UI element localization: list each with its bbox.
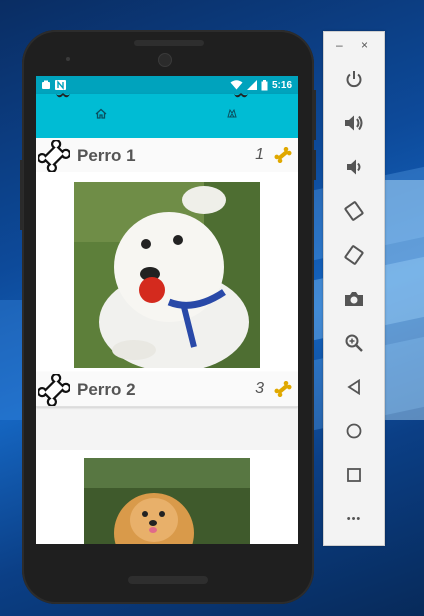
rotate-left-icon (344, 201, 364, 221)
rotate-right-button[interactable] (339, 240, 369, 270)
front-camera (158, 53, 172, 67)
status-time: 5:16 (271, 79, 292, 91)
dog-photo (74, 182, 260, 368)
overview-icon (347, 468, 361, 482)
proximity-sensor (66, 57, 70, 61)
gold-bone-icon (274, 147, 292, 163)
notification-app-icon (42, 80, 50, 89)
zoom-icon (345, 334, 363, 352)
dog-profile-icon (227, 108, 237, 118)
dog-list[interactable]: Perro 1 1 Perro 2 3 (36, 138, 298, 544)
wifi-icon (230, 80, 243, 90)
dog-card[interactable] (36, 450, 298, 544)
volume-down-icon (347, 159, 361, 175)
volume-down-key[interactable] (312, 150, 316, 180)
mustache-decoration-icon (56, 93, 70, 98)
power-button[interactable] (339, 64, 369, 94)
more-button[interactable]: ••• (339, 504, 369, 534)
notification-n-icon (55, 80, 66, 90)
bottom-speaker (128, 576, 208, 584)
dog-photo (84, 458, 250, 544)
home-button[interactable] (339, 416, 369, 446)
screenshot-button[interactable] (339, 284, 369, 314)
zoom-button[interactable] (339, 328, 369, 358)
app-bar (36, 93, 298, 138)
rotate-right-icon (344, 245, 364, 265)
home-icon (95, 108, 107, 119)
volume-up-icon (345, 115, 363, 131)
power-icon (346, 71, 362, 88)
gold-bone-icon (274, 381, 292, 397)
dog-row[interactable]: Perro 1 1 (36, 138, 298, 173)
battery-icon (261, 79, 268, 90)
close-button[interactable]: × (361, 38, 368, 52)
dog-row[interactable]: Perro 2 3 (36, 372, 298, 407)
volume-down-button[interactable] (339, 152, 369, 182)
bone-count: 3 (255, 380, 264, 397)
overview-button[interactable] (339, 460, 369, 490)
status-bar: 5:16 (36, 76, 298, 94)
mustache-decoration-icon (234, 93, 248, 98)
volume-up-key[interactable] (312, 90, 316, 140)
volume-up-button[interactable] (339, 108, 369, 138)
camera-icon (345, 292, 363, 306)
nav-home-tab[interactable] (91, 104, 111, 122)
back-icon (347, 379, 360, 395)
side-key[interactable] (20, 160, 23, 230)
dog-name: Perro 1 (77, 146, 136, 165)
back-button[interactable] (339, 372, 369, 402)
earpiece-speaker (134, 40, 204, 46)
nav-profile-tab[interactable] (222, 104, 242, 122)
emulator-toolbar: – × ••• (323, 31, 385, 546)
bone-count: 1 (255, 146, 264, 163)
phone-screen: 5:16 Perro 1 1 Perro 2 3 (36, 76, 298, 544)
home-circle-icon (346, 423, 362, 439)
bone-icon[interactable] (38, 140, 70, 172)
bone-icon[interactable] (38, 374, 70, 406)
dog-card[interactable]: Perro 1 1 (36, 138, 298, 173)
minimize-button[interactable]: – (336, 38, 343, 52)
dog-card[interactable]: Perro 2 3 (36, 172, 298, 407)
signal-icon (246, 80, 257, 90)
desktop-light-streak (380, 180, 424, 420)
rotate-left-button[interactable] (339, 196, 369, 226)
dog-name: Perro 2 (77, 380, 136, 399)
